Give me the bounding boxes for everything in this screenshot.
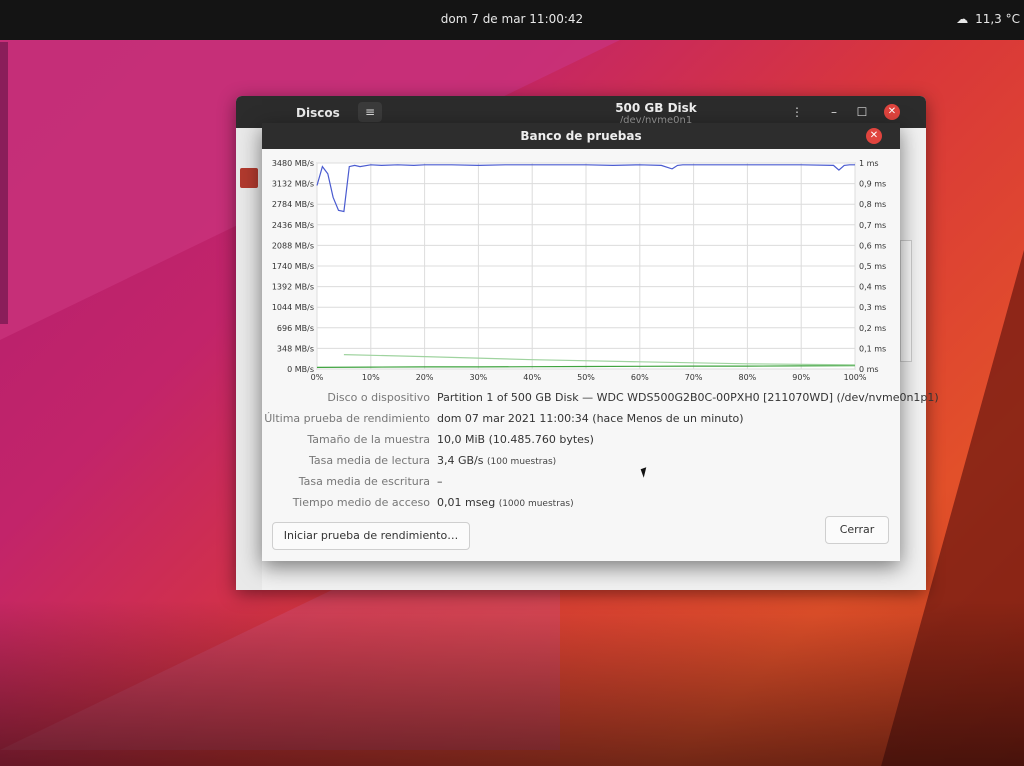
right-axis-tick-label: 0,2 ms [859,324,886,333]
info-row: Última prueba de rendimiento dom 07 mar 2… [262,412,900,432]
info-value-text: dom 07 mar 2021 11:00:34 (hace Menos de … [437,412,744,425]
x-axis-tick-label: 60% [631,373,649,382]
system-tray[interactable]: ☁ 11,3 °C [956,12,1020,26]
x-axis-tick-label: 20% [416,373,434,382]
info-label: Tiempo medio de acceso [292,496,430,509]
info-row: Disco o dispositivo Partition 1 of 500 GB… [262,391,938,411]
background-window-edge [0,42,8,324]
right-axis-tick-label: 0,7 ms [859,221,886,230]
benchmark-dialog: Banco de pruebas ✕ 0 MB/s 0 ms 348 MB/s 0,1… [262,123,939,561]
info-label: Tasa media de lectura [308,454,430,467]
right-axis-tick-label: 0,1 ms [859,344,886,353]
x-axis-tick-label: 50% [577,373,595,382]
info-label: Tamaño de la muestra [307,433,430,446]
left-axis-tick-label: 696 MB/s [277,324,314,333]
x-axis-tick-label: 30% [470,373,488,382]
info-label: Última prueba de rendimiento [264,412,430,425]
left-axis-tick-label: 2088 MB/s [272,241,314,250]
right-axis-tick-label: 0,5 ms [859,262,886,271]
dialog-close-icon[interactable]: ✕ [866,128,882,144]
info-value: dom 07 mar 2021 11:00:34 (hace Menos de … [437,412,744,425]
wallpaper-shadow [0,600,1024,766]
info-row: Tiempo medio de acceso 0,01 mseg (1000 mu… [262,496,900,516]
info-value: Partition 1 of 500 GB Disk — WDC WDS500G… [437,391,939,404]
x-axis-tick-label: 10% [362,373,380,382]
info-label: Disco o dispositivo [327,391,430,404]
clock[interactable]: dom 7 de mar 11:00:42 [0,12,1024,26]
info-row: Tasa media de escritura – [262,475,900,495]
info-value: – [437,475,443,488]
benchmark-chart-svg: 0 MB/s 0 ms348 MB/s 0,1 ms696 MB/s 0,2 ms10… [272,159,886,382]
disks-sidebar [236,128,262,590]
top-panel: dom 7 de mar 11:00:42 ☁ 11,3 °C [0,0,1024,40]
info-value: 10,0 MiB (10.485.760 bytes) [437,433,594,446]
left-axis-tick-label: 348 MB/s [277,344,314,353]
info-value-text: 0,01 mseg [437,496,496,509]
info-value-text: – [437,475,443,488]
x-axis-tick-label: 0% [311,373,324,382]
info-row: Tasa media de lectura 3,4 GB/s (100 muest… [262,454,900,474]
left-axis-tick-label: 3132 MB/s [272,180,314,189]
info-row: Tamaño de la muestra 10,0 MiB (10.485.760… [262,433,900,453]
info-value: 3,4 GB/s (100 muestras) [437,454,556,467]
x-axis-tick-label: 70% [685,373,703,382]
dialog-title: Banco de pruebas [520,129,642,143]
close-button[interactable]: Cerrar [825,516,889,544]
info-value-text: 10,0 MiB (10.485.760 bytes) [437,433,594,446]
right-axis-tick-label: 0,8 ms [859,200,886,209]
hamburger-menu-icon[interactable]: ≡ [358,102,382,122]
left-axis-tick-label: 1740 MB/s [272,262,314,271]
right-axis-tick-label: 0,9 ms [859,180,886,189]
info-value-note: (1000 muestras) [498,499,574,509]
dialog-header: Banco de pruebas ✕ [262,123,900,149]
maximize-icon[interactable]: ☐ [854,104,870,120]
weather-icon: ☁ [956,12,969,26]
sidebar-disk-item[interactable] [240,168,258,188]
info-value-note: (100 muestras) [487,457,557,467]
window-close-icon[interactable]: ✕ [884,104,900,120]
right-axis-tick-label: 0,6 ms [859,241,886,250]
right-axis-tick-label: 0,3 ms [859,303,886,312]
x-axis-tick-label: 90% [792,373,810,382]
app-name: Discos [296,106,340,120]
left-axis-tick-label: 1392 MB/s [272,283,314,292]
left-axis-tick-label: 2436 MB/s [272,221,314,230]
benchmark-chart: 0 MB/s 0 ms 348 MB/s 0,1 ms 696 MB/s 0,2 ms 10… [262,149,900,389]
left-axis-tick-label: 2784 MB/s [272,200,314,209]
weather-temp: 11,3 °C [975,12,1020,26]
disk-title: 500 GB Disk [615,101,697,115]
x-axis-tick-label: 100% [844,373,867,382]
right-axis-tick-label: 1 ms [859,159,879,168]
info-value: 0,01 mseg (1000 muestras) [437,496,574,509]
right-axis-tick-label: 0,4 ms [859,283,886,292]
info-value-text: 3,4 GB/s [437,454,484,467]
start-benchmark-button[interactable]: Iniciar prueba de rendimiento… [272,522,470,550]
info-value-text: Partition 1 of 500 GB Disk — WDC WDS500G… [437,391,939,404]
left-axis-tick-label: 3480 MB/s [272,159,314,168]
kebab-menu-icon[interactable]: ⋮ [788,102,806,122]
info-label: Tasa media de escritura [298,475,430,488]
left-axis-tick-label: 1044 MB/s [272,303,314,312]
minimize-icon[interactable]: – [826,104,842,120]
partition-panel [900,240,912,362]
x-axis-tick-label: 40% [523,373,541,382]
x-axis-tick-label: 80% [739,373,757,382]
